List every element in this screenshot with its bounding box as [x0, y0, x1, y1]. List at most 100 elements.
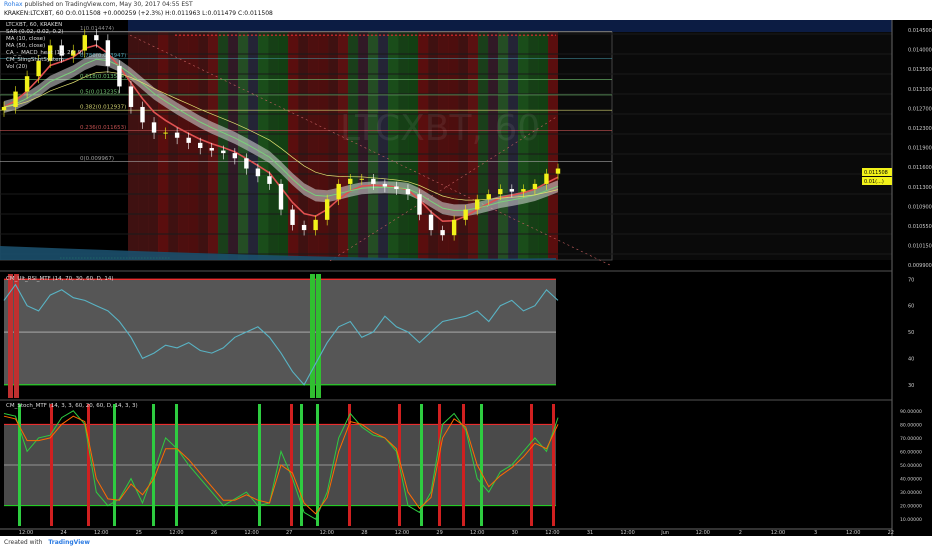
publish-line: Rohax published on TradingView.com, May …: [4, 1, 193, 8]
candle-body: [486, 194, 491, 200]
rsi-os-bar: [310, 274, 315, 398]
candle-body: [498, 189, 503, 195]
stoch-os-bar: [316, 404, 319, 526]
candle-body: [198, 142, 203, 148]
symbol-ohlc: KRAKEN:LTCXBT, 60 O:0.011508 +0.000259 (…: [4, 10, 273, 17]
candle-body: [382, 183, 388, 187]
price-tick: 0.014000: [908, 48, 932, 54]
fib-label: 0.236(0.011653): [80, 125, 126, 131]
stoch-os-bar: [152, 404, 155, 526]
candle-body: [82, 35, 87, 51]
price-tick: 0.009900: [908, 263, 932, 269]
price-tick: 0.010900: [908, 204, 932, 210]
price-tick: 0.014500: [908, 28, 932, 34]
price-tick: 0.013100: [908, 87, 932, 93]
sar-badge-text: 0.01(...): [864, 179, 884, 185]
stoch-tick: 60.00000: [900, 449, 922, 455]
legend-volume: Vol (20): [6, 64, 28, 70]
legend-slingshot: CM_SlingShotSystem: [6, 57, 64, 63]
footer-bar: Created with TradingView: [0, 536, 932, 550]
rsi-label: CM_Ult_RSI_MTF (14, 70, 30, 60, D, 14): [6, 276, 114, 282]
candle-body: [394, 186, 399, 190]
price-tick: 0.012300: [908, 126, 932, 132]
rsi-tick: 40: [908, 356, 914, 362]
candle-body: [532, 183, 538, 190]
candle-body: [1, 106, 7, 111]
candle-body: [555, 168, 561, 174]
price-tick: 0.010150: [908, 244, 932, 250]
candle-body: [521, 189, 526, 192]
tradingview-logo[interactable]: TradingView: [48, 539, 90, 546]
candle-body: [128, 86, 134, 107]
candle-body: [313, 219, 318, 231]
stoch-ob-bar: [50, 404, 53, 526]
stoch-os-bar: [480, 404, 483, 526]
candle-body: [336, 183, 341, 200]
price-tick: 0.010550: [908, 224, 932, 230]
candle-body: [105, 40, 111, 66]
candle-body: [544, 173, 549, 184]
rsi-ob-bar: [14, 274, 19, 398]
legend-symbol: LTCXBT, 60, KRAKEN: [6, 22, 63, 28]
candle-body: [290, 209, 295, 225]
stoch-os-bar: [258, 404, 261, 526]
stoch-tick: 90.00000: [900, 409, 922, 415]
stoch-ob-bar: [290, 404, 293, 526]
rsi-tick: 30: [908, 383, 914, 389]
candle-body: [209, 148, 214, 151]
candle-body: [174, 132, 180, 138]
candle-body: [24, 76, 30, 92]
stoch-tick: 50.00000: [900, 463, 922, 469]
candle-body: [151, 122, 157, 133]
stoch-os-bar: [18, 404, 21, 526]
created-with: Created with TradingView: [4, 539, 90, 546]
price-tick: 0.011600: [908, 165, 932, 171]
rsi-ob-bar: [8, 274, 13, 398]
candle-body: [451, 219, 457, 236]
stoch-tick: 30.00000: [900, 490, 922, 496]
fib-label: 0.382(0.012937): [80, 105, 126, 111]
candle-body: [278, 183, 284, 210]
legend-sar: SAR (0.02, 0.02, 0.2): [6, 29, 64, 35]
watermark: LTCXBT, 60: [340, 108, 541, 149]
candle-body: [301, 224, 307, 231]
candle-body: [232, 153, 238, 159]
chart-canvas[interactable]: 1(0.014474)0.786(0.013947)0.618(0.013534…: [0, 20, 932, 536]
author-link[interactable]: Rohax: [4, 1, 23, 8]
candle-body: [140, 106, 145, 123]
candle-body: [94, 35, 99, 41]
candle-body: [405, 189, 411, 195]
candle-body: [463, 209, 468, 220]
candle-body: [509, 189, 515, 192]
candle-body: [13, 91, 18, 107]
candle-body: [255, 168, 261, 177]
candle-body: [244, 158, 249, 169]
candle-body: [324, 199, 330, 220]
legend-macd-heat: CA_-_MACD_heat (12, 26, 9): [6, 50, 84, 56]
candle-body: [417, 194, 422, 215]
stoch-ob-bar: [87, 404, 90, 526]
price-tick: 0.012700: [908, 106, 932, 112]
stoch-tick: 40.00000: [900, 477, 922, 483]
legend-ma10: MA (10, close): [6, 36, 46, 42]
legend-ma50: MA (50, close): [6, 43, 46, 49]
close-badge-text: 0.011508: [864, 170, 888, 176]
stoch-tick: 10.00000: [900, 517, 922, 523]
stoch-tick: 80.00000: [900, 422, 922, 428]
fib-label: 1(0.014474): [80, 26, 114, 32]
stoch-ob-bar: [530, 404, 533, 526]
stoch-ob-bar: [462, 404, 465, 526]
publish-text: published on TradingView.com, May 30, 20…: [24, 1, 193, 8]
rsi-tick: 60: [908, 304, 914, 310]
candle-body: [163, 132, 168, 134]
candle-body: [428, 214, 434, 231]
candle-body: [186, 137, 191, 143]
price-tick: 0.011900: [908, 146, 932, 152]
stoch-ob-bar: [552, 404, 555, 526]
created-text: Created with: [4, 539, 43, 546]
stoch-label: CM_Stoch_MTF (14, 3, 3, 60, 20, 60, D, 1…: [6, 403, 138, 409]
rsi-tick: 50: [908, 330, 914, 336]
stoch-ob-bar: [438, 404, 441, 526]
fib-label: 0.5(0.013235): [80, 89, 119, 95]
candle-body: [117, 65, 122, 87]
